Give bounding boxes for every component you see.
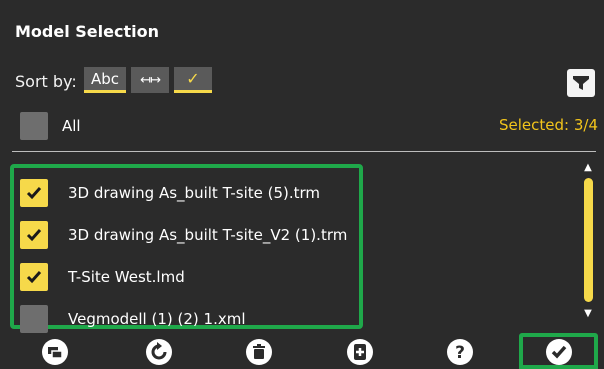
- help-button[interactable]: ?: [446, 338, 474, 366]
- select-all-row[interactable]: All: [20, 112, 81, 140]
- model-checkbox[interactable]: [20, 179, 48, 207]
- scroll-up-icon[interactable]: ▲: [581, 162, 595, 173]
- list-item[interactable]: T-Site West.lmd: [20, 256, 420, 298]
- import-icon: [42, 339, 68, 365]
- delete-button[interactable]: [245, 338, 273, 366]
- scroll-thumb[interactable]: [584, 178, 593, 302]
- sort-options: Abc ↤↦ ✓: [84, 67, 212, 93]
- select-all-label: All: [62, 117, 81, 135]
- model-list: 3D drawing As_built T-site (5).trm 3D dr…: [20, 172, 420, 340]
- scrollbar[interactable]: ▲ ▼: [581, 162, 595, 322]
- import-button[interactable]: [41, 338, 69, 366]
- sort-alphabetical-button[interactable]: Abc: [84, 67, 126, 93]
- model-checkbox[interactable]: [20, 263, 48, 291]
- delete-icon: [246, 339, 272, 365]
- list-item[interactable]: 3D drawing As_built T-site_V2 (1).trm: [20, 214, 420, 256]
- bottom-toolbar: ?: [0, 330, 604, 367]
- divider: [12, 151, 596, 152]
- check-icon: [26, 271, 42, 284]
- filter-icon: [573, 76, 589, 90]
- selected-count: Selected: 3/4: [499, 116, 598, 134]
- refresh-icon: [146, 339, 172, 365]
- model-name: Vegmodell (1) (2) 1.xml: [68, 310, 246, 328]
- add-icon: [347, 339, 373, 365]
- list-item[interactable]: 3D drawing As_built T-site (5).trm: [20, 172, 420, 214]
- page-title: Model Selection: [15, 22, 159, 41]
- filter-button[interactable]: [567, 69, 595, 97]
- model-name: 3D drawing As_built T-site_V2 (1).trm: [68, 226, 348, 244]
- sort-label: Sort by:: [15, 72, 77, 91]
- sort-distance-button[interactable]: ↤↦: [131, 67, 169, 93]
- confirm-highlight: [519, 333, 598, 369]
- model-checkbox[interactable]: [20, 305, 48, 333]
- select-all-checkbox[interactable]: [20, 112, 48, 140]
- model-name: T-Site West.lmd: [68, 268, 185, 286]
- scroll-down-icon[interactable]: ▼: [581, 308, 595, 319]
- help-icon: ?: [447, 339, 473, 365]
- check-icon: [26, 187, 42, 200]
- model-checkbox[interactable]: [20, 221, 48, 249]
- model-name: 3D drawing As_built T-site (5).trm: [68, 184, 321, 202]
- check-icon: [26, 229, 42, 242]
- sort-selected-button[interactable]: ✓: [174, 67, 212, 93]
- svg-text:?: ?: [455, 343, 465, 363]
- refresh-button[interactable]: [145, 338, 173, 366]
- add-button[interactable]: [346, 338, 374, 366]
